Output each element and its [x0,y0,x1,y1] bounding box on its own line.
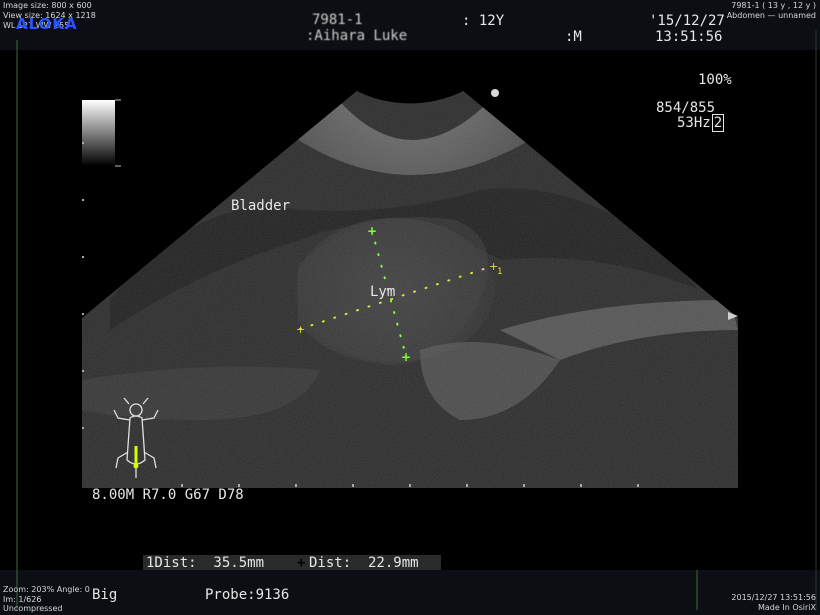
measurement-dist-2: Dist: 22.9mm [309,555,419,571]
acquisition-datetime: 2015/12/27 13:51:56 [731,593,816,602]
patient-id: 7981-1 [312,12,363,28]
brand-logo: ALOKA [16,15,78,33]
caliper-1-start-icon: + [296,323,305,336]
made-in-label: Made In OsiriX [758,603,816,612]
zoom-angle-label: Zoom: 203% Angle: 0 [3,585,90,594]
frame-rate: 53Hz 2 [677,114,725,132]
caliper-1-label: 1 [497,267,503,277]
patient-sex: :M [565,29,582,45]
frame-rate-value: 53Hz [677,115,711,131]
lesion-annotation: Lym [370,284,396,300]
scan-parameters: 8.00M R7.0 G67 D78 [92,487,244,503]
exam-time: 13:51:56 [655,29,723,45]
series-description: Abdomen — unnamed [726,11,816,20]
grayscale-bar [82,100,115,166]
measurement-dist-2-symbol: + [297,555,306,571]
bladder-annotation: Bladder [231,198,291,214]
caliper-2-start-icon: + [367,224,377,238]
caliper-2-end-icon: + [401,350,411,364]
measurement-dist-1: 1Dist: 35.5mm [146,555,265,571]
patient-age: : 12Y [462,13,505,29]
image-size-label: Image size: 800 x 600 [3,1,92,10]
image-number-label: Im: 1/626 [3,595,42,604]
gain-percent: 100% [698,72,732,88]
patient-name: :Aihara Luke [306,28,408,44]
frame-rate-box: 2 [711,114,725,132]
ultrasound-viewport[interactable]: + + + + Image size: 800 x 600 View size:… [0,0,820,615]
exam-date: '15/12/27 [649,13,725,29]
series-info: 7981-1 ( 13 y , 12 y ) [731,1,816,10]
ultrasound-sector [82,90,738,488]
preset-label: Big [92,587,118,603]
frame-count: 854/855 [656,100,716,116]
ultrasound-image: + + + + [16,30,817,610]
compression-label: Uncompressed [3,604,63,613]
probe-label: Probe:9136 [205,587,290,603]
orientation-marker-icon [491,89,499,97]
